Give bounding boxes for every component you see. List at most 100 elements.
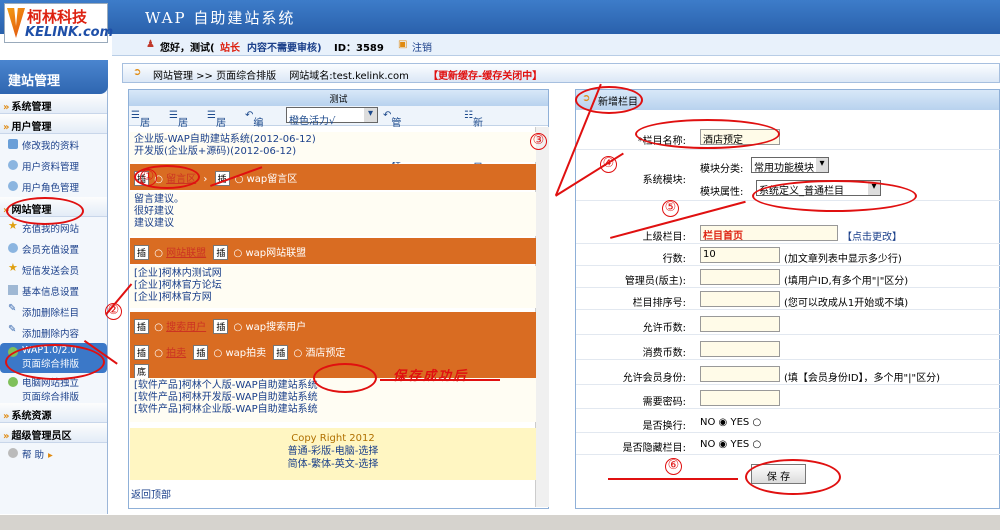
radio-selected-icon[interactable]: ◉: [719, 439, 728, 450]
nav-item-user-roles[interactable]: 用户角色管理: [0, 176, 107, 197]
field-hint: (填用户ID,有多个用"|"区分): [784, 276, 909, 287]
bottom-button[interactable]: 底: [134, 364, 150, 379]
radio-icon[interactable]: ○: [234, 322, 243, 333]
insert-button[interactable]: 插: [134, 245, 150, 260]
radio-icon[interactable]: ○: [752, 417, 761, 428]
list-item[interactable]: [企业]柯林内测试网: [134, 268, 532, 280]
list-item[interactable]: 很好建议: [134, 206, 532, 218]
nav-item-user-data[interactable]: 用户资料管理: [0, 155, 107, 176]
radio-icon[interactable]: ○: [234, 248, 243, 259]
insert-button[interactable]: 插: [273, 345, 289, 360]
edit-button[interactable]: ↶编辑: [245, 110, 263, 144]
lines-input[interactable]: 10: [700, 247, 780, 263]
top-banner: 柯林科技 KELINK.com WAP 自助建站系统: [0, 0, 1000, 43]
marker-6: ⑥: [665, 458, 682, 475]
nav-item-edit-profile[interactable]: 修改我的资料: [0, 134, 107, 155]
list-item[interactable]: [企业]柯林官方论坛: [134, 280, 532, 292]
allowed-coins-input[interactable]: [700, 316, 780, 332]
site-domain: 网站域名:test.kelink.com: [289, 71, 409, 82]
column-label-wap-search[interactable]: wap搜索用户: [245, 322, 306, 333]
password-input[interactable]: [700, 390, 780, 406]
nav-section-users[interactable]: » 用户管理: [0, 114, 107, 134]
theme-select[interactable]: 橙色活力√ ▾: [286, 107, 378, 127]
insert-button[interactable]: 插: [134, 345, 150, 360]
nav-section-super-admin[interactable]: » 超级管理员区: [0, 423, 107, 443]
manage-css-button[interactable]: ↶管理CSS样式: [383, 110, 411, 185]
member-identity-input[interactable]: [700, 366, 780, 382]
nav-item-content[interactable]: ✎ 添加删除内容: [0, 322, 107, 343]
radio-label-no: NO: [700, 439, 716, 450]
language-selector[interactable]: 简体-繁体-英文-选择: [130, 458, 536, 471]
align-right-button[interactable]: ☰居右: [207, 110, 226, 144]
profile-icon: [8, 139, 18, 149]
nav-section-resources[interactable]: » 系统资源: [0, 403, 107, 423]
field-label: 上级栏目:: [642, 232, 686, 243]
chevron-icon: »: [3, 411, 10, 422]
scrollbar[interactable]: [535, 127, 549, 507]
layout-panel-title: 测试: [129, 90, 548, 106]
radio-icon[interactable]: ○: [752, 439, 761, 450]
radio-icon[interactable]: ○: [154, 248, 163, 259]
back-to-top-link[interactable]: 返回顶部: [131, 486, 171, 501]
radio-icon[interactable]: ○: [214, 348, 223, 359]
nav-section-label: 系统管理: [11, 102, 52, 113]
marker-1: ①: [140, 169, 157, 186]
version-selector[interactable]: 普通-彩版-电脑-选择: [130, 445, 536, 458]
column-label-wap-alliance[interactable]: wap网站联盟: [245, 248, 306, 259]
cache-status[interactable]: 【更新缓存-缓存关闭中】: [428, 71, 542, 82]
nav-section-label: 系统资源: [11, 411, 52, 422]
nav-item-member-recharge[interactable]: 会员充值设置: [0, 238, 107, 259]
sort-order-input[interactable]: [700, 291, 780, 307]
column-row-alliance: 插 ○ 网站联盟 插 ○ wap网站联盟: [130, 238, 536, 264]
column-label-wap-guestbook[interactable]: wap留言区: [247, 174, 298, 185]
marker-3: ③: [530, 133, 547, 150]
list-item[interactable]: [软件产品]柯林开发版-WAP自助建站系统: [134, 392, 532, 404]
align-center-button[interactable]: ☰居中: [169, 110, 188, 144]
chevron-down-icon: ▾: [816, 158, 828, 172]
layout-toolbar: ☰居左 ☰居中 ☰居右 ↶编辑 橙色活力√ ▾ ↶管理CSS样式 ☷新增栏目: [129, 106, 548, 185]
nav-item-help[interactable]: 帮 助 ▸: [0, 443, 107, 464]
change-parent-link[interactable]: 【点击更改】: [842, 228, 902, 243]
column-label-hotel[interactable]: 酒店预定: [305, 348, 345, 359]
nav-item-label: 用户角色管理: [22, 183, 80, 194]
list-item[interactable]: [软件产品]柯林企业版-WAP自助建站系统: [134, 404, 532, 416]
nav-item-label: 用户资料管理: [22, 162, 80, 173]
insert-button[interactable]: 插: [213, 319, 229, 334]
nav-item-sms[interactable]: ★ 短信发送会员: [0, 259, 107, 280]
module-category-select[interactable]: 常用功能模块 ▾: [751, 157, 829, 174]
list-item[interactable]: 建议建议: [134, 218, 532, 230]
radio-icon[interactable]: ○: [154, 348, 163, 359]
nav-item-label: 帮 助: [22, 450, 45, 461]
row-admin: 管理员(版主): (填用户ID,有多个用"|"区分): [576, 267, 1000, 288]
column-link-alliance[interactable]: 网站联盟: [166, 248, 206, 259]
list-item[interactable]: 留言建议。: [134, 194, 532, 206]
parent-column-input[interactable]: 栏目首页: [700, 225, 838, 242]
nav-item-columns[interactable]: ✎ 添加删除栏目: [0, 301, 107, 322]
audit-notice: 内容不需要审核): [247, 43, 322, 54]
spend-coins-input[interactable]: [700, 341, 780, 357]
column-link-auction[interactable]: 拍卖: [166, 348, 186, 359]
list-item[interactable]: [企业]柯林官方网: [134, 292, 532, 304]
highlight-wap-layout: [5, 344, 105, 380]
align-left-button[interactable]: ☰居左: [131, 110, 150, 144]
radio-selected-icon[interactable]: ◉: [719, 417, 728, 428]
new-column-button[interactable]: ☷新增栏目: [464, 110, 483, 174]
radio-icon[interactable]: ○: [293, 348, 302, 359]
insert-button[interactable]: 插: [134, 319, 150, 334]
edition-line[interactable]: 开发版(企业版+源码)(2012-06-12): [134, 146, 532, 158]
nav-item-label: 短信发送会员: [22, 266, 80, 277]
logout-link[interactable]: 注销: [412, 39, 432, 54]
column-label-wap-auction[interactable]: wap拍卖: [225, 348, 266, 359]
edition-line[interactable]: 企业版-WAP自助建站系统(2012-06-12): [134, 134, 532, 146]
insert-button[interactable]: 插: [193, 345, 209, 360]
radio-icon[interactable]: ○: [154, 322, 163, 333]
nav-item-basic-info[interactable]: 基本信息设置: [0, 280, 107, 301]
nav-section-system[interactable]: » 系统管理: [0, 94, 107, 114]
logo-v-mark: [7, 8, 25, 38]
field-hint: (您可以改成从1开始或不填): [784, 298, 909, 309]
column-link-search-users[interactable]: 搜索用户: [166, 322, 206, 333]
insert-button[interactable]: 插: [213, 245, 229, 260]
page-footer: Copy Right 2012 普通-彩版-电脑-选择 简体-繁体-英文-选择: [130, 428, 536, 480]
admin-input[interactable]: [700, 269, 780, 285]
arrow-circle-icon: ➲: [133, 67, 142, 78]
